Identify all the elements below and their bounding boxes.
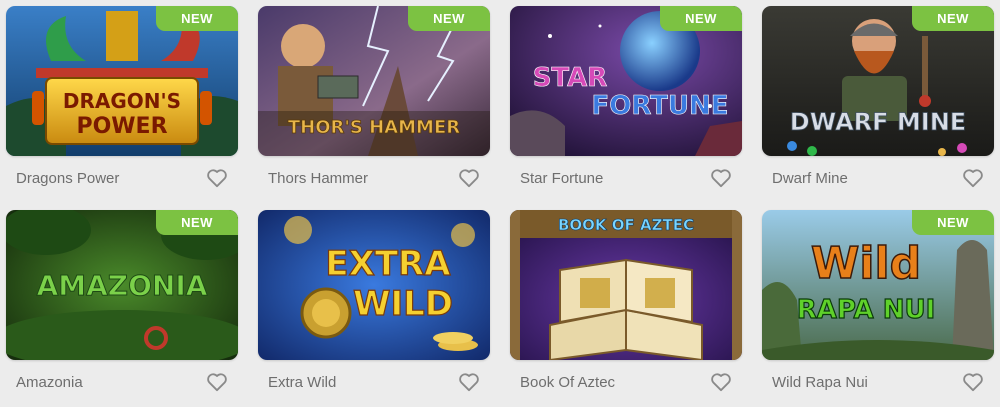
book-of-aztec-artwork: BOOK OF AZTEC bbox=[510, 210, 742, 360]
new-badge: NEW bbox=[660, 6, 742, 31]
heart-outline-icon[interactable] bbox=[205, 371, 229, 393]
game-title[interactable]: Star Fortune bbox=[520, 170, 603, 187]
game-title[interactable]: Book Of Aztec bbox=[520, 374, 615, 391]
svg-text:BOOK OF AZTEC: BOOK OF AZTEC bbox=[558, 216, 694, 234]
game-title[interactable]: Extra Wild bbox=[268, 374, 336, 391]
game-title[interactable]: Wild Rapa Nui bbox=[772, 374, 868, 391]
new-badge: NEW bbox=[912, 210, 994, 235]
game-title[interactable]: Thors Hammer bbox=[268, 170, 368, 187]
svg-text:Wild: Wild bbox=[811, 238, 921, 289]
game-card-extra-wild[interactable]: EXTRA WILD Extra Wild bbox=[258, 210, 490, 404]
game-thumbnail[interactable]: EXTRA WILD bbox=[258, 210, 490, 360]
heart-outline-icon[interactable] bbox=[709, 371, 733, 393]
new-badge: NEW bbox=[156, 210, 238, 235]
new-badge: NEW bbox=[156, 6, 238, 31]
svg-text:AMAZONIA: AMAZONIA bbox=[37, 269, 208, 302]
game-card-amazonia[interactable]: AMAZONIA NEW Amazonia bbox=[6, 210, 238, 404]
game-thumbnail[interactable]: Wild RAPA NUI NEW bbox=[762, 210, 994, 360]
svg-text:THOR'S HAMMER: THOR'S HAMMER bbox=[288, 117, 460, 138]
game-title[interactable]: Amazonia bbox=[16, 374, 83, 391]
game-title[interactable]: Dwarf Mine bbox=[772, 170, 848, 187]
game-card-dwarf-mine[interactable]: DWARF MINE NEW Dwarf Mine bbox=[762, 6, 994, 200]
game-card-book-of-aztec[interactable]: BOOK OF AZTEC Book Of Aztec bbox=[510, 210, 742, 404]
game-thumbnail[interactable]: STAR FORTUNE NEW bbox=[510, 6, 742, 156]
svg-text:FORTUNE: FORTUNE bbox=[591, 91, 728, 121]
heart-outline-icon[interactable] bbox=[205, 167, 229, 189]
extra-wild-artwork: EXTRA WILD bbox=[258, 210, 490, 360]
game-grid: DRAGON'S POWER NEW Dragons Power THOR'S … bbox=[0, 0, 1000, 407]
svg-text:STAR: STAR bbox=[533, 63, 608, 93]
heart-outline-icon[interactable] bbox=[457, 371, 481, 393]
svg-text:WILD: WILD bbox=[353, 284, 453, 324]
new-badge: NEW bbox=[408, 6, 490, 31]
heart-outline-icon[interactable] bbox=[457, 167, 481, 189]
new-badge: NEW bbox=[912, 6, 994, 31]
svg-text:DRAGON'S: DRAGON'S bbox=[63, 89, 181, 113]
svg-text:DWARF MINE: DWARF MINE bbox=[790, 108, 966, 136]
game-thumbnail[interactable]: AMAZONIA NEW bbox=[6, 210, 238, 360]
game-card-wild-rapa-nui[interactable]: Wild RAPA NUI NEW Wild Rapa Nui bbox=[762, 210, 994, 404]
svg-text:RAPA NUI: RAPA NUI bbox=[797, 295, 936, 325]
svg-text:EXTRA: EXTRA bbox=[325, 244, 451, 284]
game-thumbnail[interactable]: THOR'S HAMMER NEW bbox=[258, 6, 490, 156]
heart-outline-icon[interactable] bbox=[961, 371, 985, 393]
game-card-dragons-power[interactable]: DRAGON'S POWER NEW Dragons Power bbox=[6, 6, 238, 200]
game-thumbnail[interactable]: BOOK OF AZTEC bbox=[510, 210, 742, 360]
game-thumbnail[interactable]: DWARF MINE NEW bbox=[762, 6, 994, 156]
game-title[interactable]: Dragons Power bbox=[16, 170, 119, 187]
heart-outline-icon[interactable] bbox=[709, 167, 733, 189]
game-card-thors-hammer[interactable]: THOR'S HAMMER NEW Thors Hammer bbox=[258, 6, 490, 200]
game-thumbnail[interactable]: DRAGON'S POWER NEW bbox=[6, 6, 238, 156]
game-card-star-fortune[interactable]: STAR FORTUNE NEW Star Fortune bbox=[510, 6, 742, 200]
svg-text:POWER: POWER bbox=[76, 114, 167, 139]
heart-outline-icon[interactable] bbox=[961, 167, 985, 189]
